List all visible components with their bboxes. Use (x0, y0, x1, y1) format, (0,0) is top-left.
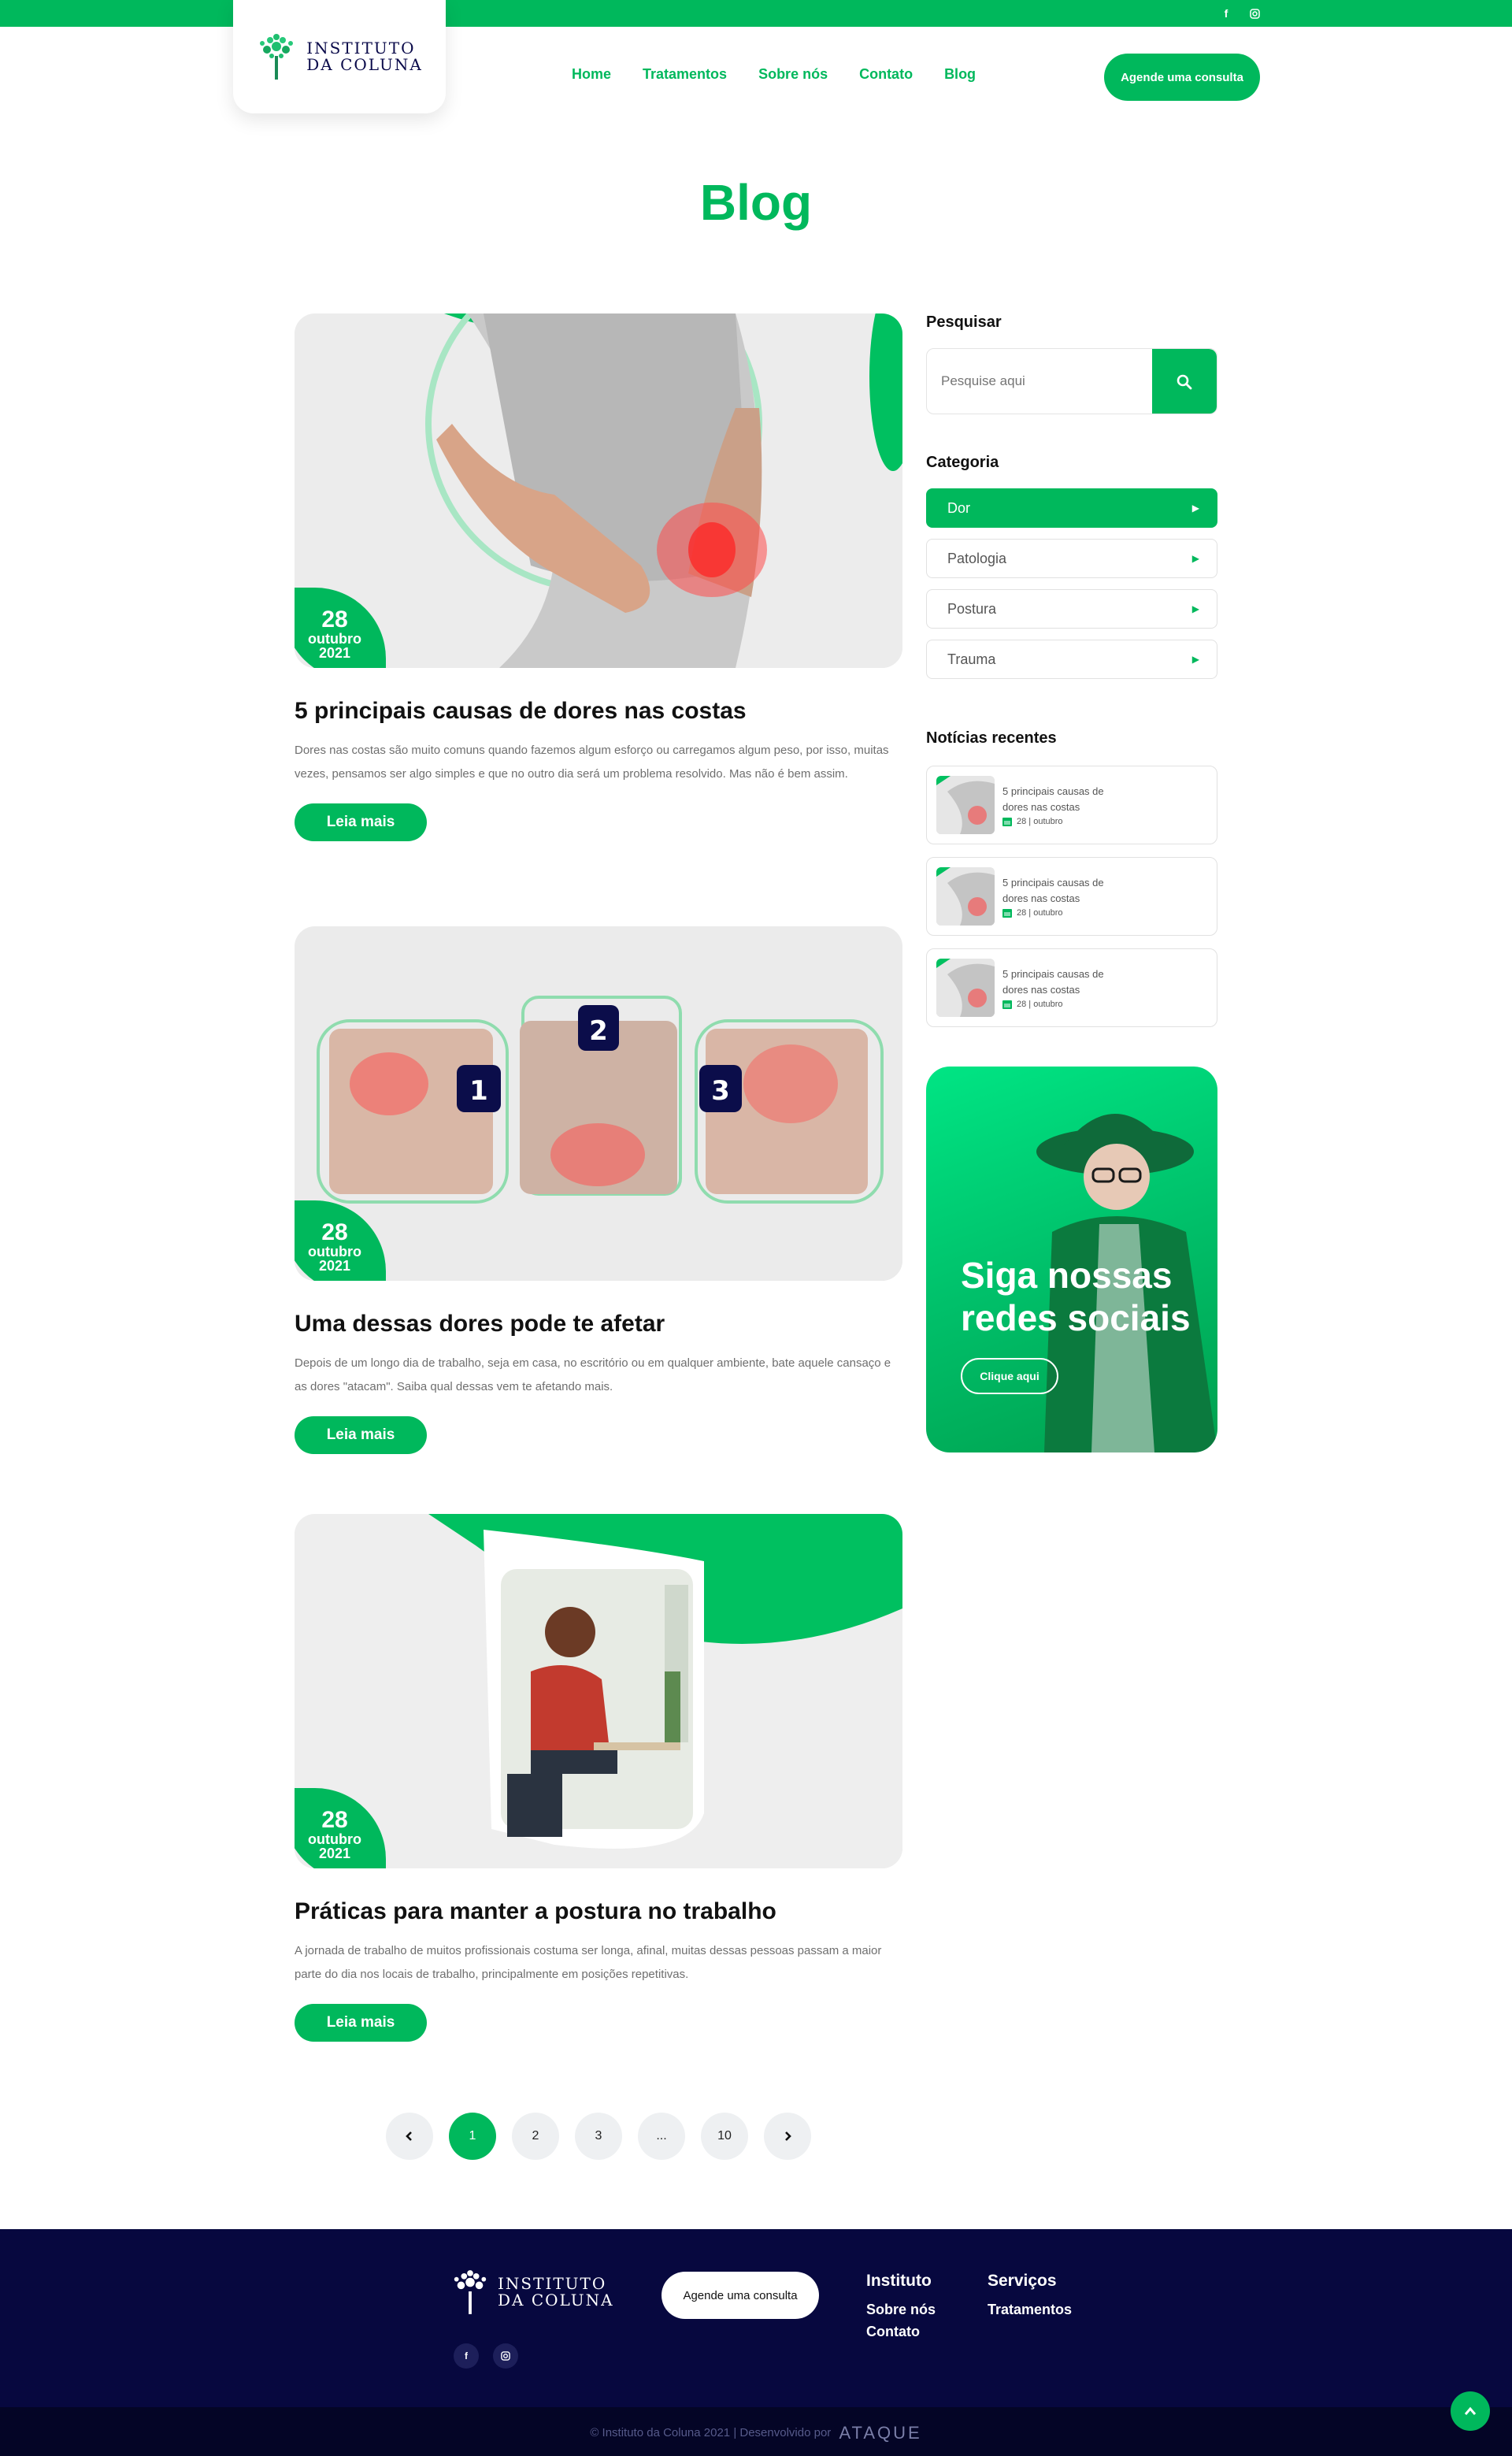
footer-logo-line-2: DA COLUNA (498, 2291, 614, 2309)
social-media-card: Siga nossas redes sociais Clique aqui (926, 1067, 1217, 1452)
pagination-ellipsis: ... (638, 2113, 685, 2160)
footer-instagram-icon[interactable] (493, 2343, 518, 2369)
social-card-button[interactable]: Clique aqui (961, 1358, 1058, 1394)
category-item-trauma[interactable]: Trauma ▶ (926, 640, 1217, 679)
category-label: Categoria (926, 454, 999, 471)
back-to-top-button[interactable] (1451, 2391, 1490, 2431)
pagination-page-10[interactable]: 10 (701, 2113, 748, 2160)
page-title: Blog (699, 174, 813, 231)
schedule-button[interactable]: Agende uma consulta (1104, 54, 1260, 101)
category-item-postura[interactable]: Postura ▶ (926, 589, 1217, 629)
post-image-back-pain[interactable]: 28 outubro 2021 (295, 313, 902, 668)
footer-col-title: Serviços (988, 2272, 1057, 2290)
category-item-dor[interactable]: Dor ▶ (926, 488, 1217, 528)
recent-thumbnail (936, 959, 995, 1017)
recent-title: 5 principais causas de dores nas costas (1002, 785, 1104, 813)
recent-thumbnail (936, 867, 995, 926)
post-title[interactable]: Uma dessas dores pode te afetar (295, 1311, 902, 1337)
copyright-text: © Instituto da Coluna 2021 | Desenvolvid… (590, 2425, 832, 2439)
recent-news-item[interactable]: 5 principais causas de dores nas costas … (926, 766, 1217, 844)
main-nav: Home Tratamentos Sobre nós Contato Blog (572, 66, 976, 83)
facebook-icon[interactable]: f (1219, 6, 1233, 20)
logo-line-1: INSTITUTO (306, 39, 416, 58)
search-button[interactable] (1152, 349, 1217, 414)
recent-news-label: Notícias recentes (926, 729, 1057, 747)
footer-link-tratamentos[interactable]: Tratamentos (988, 2298, 1072, 2321)
post-title[interactable]: Práticas para manter a postura no trabal… (295, 1898, 902, 1925)
social-card-headline: Siga nossas redes sociais (961, 1255, 1191, 1338)
category-item-patologia[interactable]: Patologia ▶ (926, 539, 1217, 578)
nav-blog[interactable]: Blog (944, 66, 976, 83)
chevron-right-icon: ▶ (1191, 503, 1199, 514)
blog-post: 28 outubro 2021 Práticas para manter a p… (295, 1514, 902, 2042)
calendar-icon (1002, 1000, 1012, 1009)
footer-col-instituto: Instituto Sobre nós Contato (866, 2272, 936, 2343)
search-icon (1177, 374, 1192, 390)
search-input[interactable] (927, 349, 1152, 414)
recent-date: 28 | outubro (1017, 908, 1063, 918)
footer-facebook-icon[interactable]: f (454, 2343, 479, 2369)
recent-thumbnail (936, 776, 995, 834)
footer-col-title: Instituto (866, 2272, 932, 2290)
chevron-left-icon (406, 2131, 412, 2141)
pagination-page-3[interactable]: 3 (575, 2113, 622, 2160)
footer-logo[interactable]: INSTITUTO DA COLUNA (450, 2269, 614, 2316)
image-number-3: 3 (711, 1075, 730, 1107)
tree-logo-icon (260, 34, 294, 80)
footer-link-sobre-nos[interactable]: Sobre nós (866, 2298, 936, 2321)
calendar-icon (1002, 909, 1012, 918)
chevron-right-icon: ▶ (1191, 654, 1199, 665)
pagination-next[interactable] (764, 2113, 811, 2160)
footer-link-contato[interactable]: Contato (866, 2321, 936, 2343)
post-excerpt: Dores nas costas são muito comuns quando… (295, 744, 889, 781)
pagination-page-1[interactable]: 1 (449, 2113, 496, 2160)
logo-line-2: DA COLUNA (306, 55, 423, 74)
chevron-right-icon (785, 2131, 791, 2141)
nav-home[interactable]: Home (572, 66, 611, 83)
recent-title: 5 principais causas de dores nas costas (1002, 968, 1104, 996)
blog-post: 1 2 3 28 outubro 2021 Uma dessas dores p… (295, 926, 902, 1454)
chevron-up-icon (1464, 2406, 1477, 2415)
chevron-right-icon: ▶ (1191, 603, 1199, 614)
post-title[interactable]: 5 principais causas de dores nas costas (295, 698, 902, 725)
image-number-1: 1 (469, 1075, 488, 1107)
pagination-prev[interactable] (386, 2113, 433, 2160)
search-label: Pesquisar (926, 313, 1002, 331)
post-excerpt: Depois de um longo dia de trabalho, seja… (295, 1356, 891, 1393)
recent-title: 5 principais causas de dores nas costas (1002, 877, 1104, 904)
nav-contato[interactable]: Contato (859, 66, 913, 83)
recent-news-item[interactable]: 5 principais causas de dores nas costas … (926, 857, 1217, 936)
image-number-2: 2 (589, 1015, 608, 1047)
recent-date: 28 | outubro (1017, 1000, 1063, 1009)
tree-logo-icon (454, 2270, 487, 2314)
read-more-button[interactable]: Leia mais (295, 803, 427, 841)
post-excerpt: A jornada de trabalho de muitos profissi… (295, 1944, 882, 1981)
recent-date: 28 | outubro (1017, 817, 1063, 826)
footer-logo-line-1: INSTITUTO (498, 2274, 607, 2293)
copyright: © Instituto da Coluna 2021 | Desenvolvid… (0, 2423, 1512, 2443)
calendar-icon (1002, 818, 1012, 826)
search-box (926, 348, 1217, 414)
read-more-button[interactable]: Leia mais (295, 2004, 427, 2042)
post-image-posture[interactable]: 28 outubro 2021 (295, 1514, 902, 1868)
developer-logo[interactable]: ATAQUE (839, 2423, 921, 2443)
nav-sobre-nos[interactable]: Sobre nós (758, 66, 828, 83)
header-logo[interactable]: INSTITUTO DA COLUNA (233, 0, 446, 113)
blog-post: 28 outubro 2021 5 principais causas de d… (295, 313, 902, 841)
footer-schedule-button[interactable]: Agende uma consulta (662, 2272, 819, 2319)
footer-col-servicos: Serviços Tratamentos (988, 2272, 1072, 2321)
pagination: 1 2 3 ... 10 (386, 2113, 811, 2160)
chevron-right-icon: ▶ (1191, 553, 1199, 564)
top-bar: f (0, 0, 1512, 27)
read-more-button[interactable]: Leia mais (295, 1416, 427, 1454)
post-image-pain-areas[interactable]: 1 2 3 28 outubro 2021 (295, 926, 902, 1281)
nav-tratamentos[interactable]: Tratamentos (643, 66, 727, 83)
recent-news-item[interactable]: 5 principais causas de dores nas costas … (926, 948, 1217, 1027)
pagination-page-2[interactable]: 2 (512, 2113, 559, 2160)
instagram-icon[interactable] (1247, 6, 1262, 20)
